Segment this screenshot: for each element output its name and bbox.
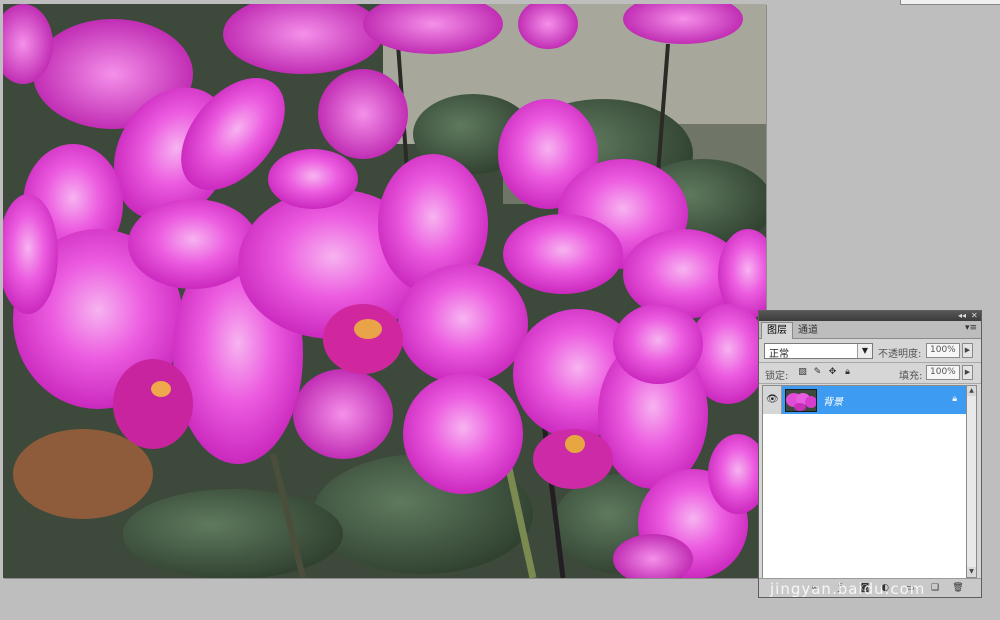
divider: [759, 383, 981, 384]
top-right-toolbar-edge: [900, 0, 1000, 5]
blend-mode-select[interactable]: 正常 ▼: [764, 343, 873, 360]
fill-field[interactable]: 100%: [926, 365, 960, 380]
panel-menu-icon[interactable]: ▾≡: [965, 323, 977, 333]
close-panel-icon[interactable]: ✕: [971, 311, 978, 321]
eye-icon: 👁︎: [766, 394, 779, 405]
lock-paint-icon[interactable]: ✎: [812, 367, 823, 378]
new-layer-icon[interactable]: ❑: [929, 582, 941, 594]
layer-lock-icon: 🔒︎: [952, 394, 957, 404]
layer-thumbnail: [785, 389, 817, 412]
tab-channels[interactable]: 通道: [793, 323, 823, 338]
layer-list-scrollbar[interactable]: ▲ ▼: [966, 385, 977, 578]
panel-tab-row: 图层 通道 ▾≡: [759, 321, 981, 339]
layers-panel: ◂◂ ✕ 图层 通道 ▾≡ 正常 ▼ 不透明度: 100% ▶ 锁定: ▨ ✎ …: [758, 310, 982, 598]
layer-name[interactable]: 背景: [823, 393, 843, 408]
tab-layers[interactable]: 图层: [761, 322, 793, 339]
divider: [759, 362, 981, 363]
layer-row-background[interactable]: 👁︎ 背景 🔒︎: [763, 386, 967, 414]
panel-titlebar[interactable]: ◂◂ ✕: [759, 311, 981, 321]
fill-stepper[interactable]: ▶: [962, 365, 973, 380]
visibility-toggle[interactable]: 👁︎: [763, 386, 782, 414]
fill-label: 填充:: [899, 371, 923, 382]
document-canvas[interactable]: [3, 4, 766, 578]
layer-list: 👁︎ 背景 🔒︎: [762, 385, 968, 580]
opacity-field[interactable]: 100%: [926, 343, 960, 358]
lock-all-icon[interactable]: 🔒︎: [842, 367, 853, 378]
lock-transparent-icon[interactable]: ▨: [797, 367, 808, 378]
scroll-down-icon[interactable]: ▼: [967, 567, 976, 577]
orchid-photo: [3, 4, 766, 578]
opacity-stepper[interactable]: ▶: [962, 343, 973, 358]
opacity-label: 不透明度:: [878, 349, 922, 360]
scroll-up-icon[interactable]: ▲: [967, 386, 976, 396]
lock-label: 锁定:: [765, 371, 789, 382]
watermark-url: jingyan.baidu.com: [770, 580, 926, 598]
lock-position-icon[interactable]: ✥: [827, 367, 838, 378]
trash-icon[interactable]: 🗑︎: [952, 582, 964, 594]
chevron-down-icon: ▼: [857, 344, 872, 358]
collapse-panel-icon[interactable]: ◂◂: [958, 311, 966, 321]
blend-mode-value: 正常: [769, 349, 789, 360]
